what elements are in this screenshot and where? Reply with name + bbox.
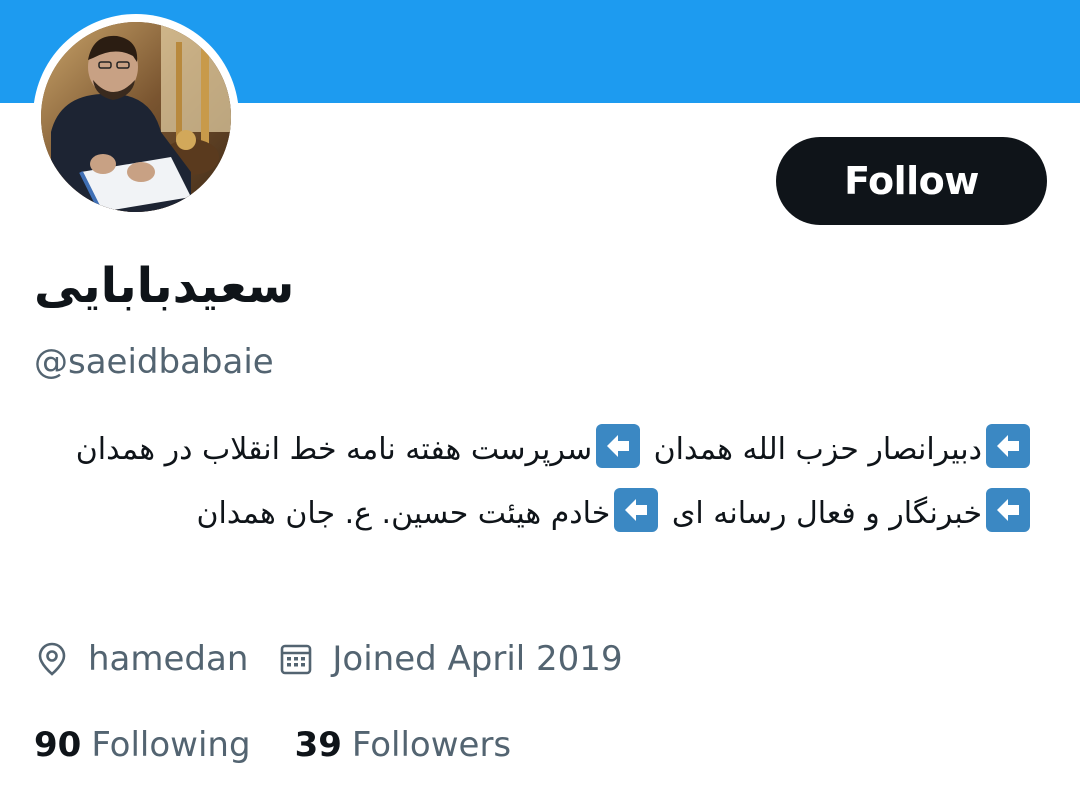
location-text: hamedan bbox=[88, 639, 249, 679]
joined-item: Joined April 2019 bbox=[278, 639, 623, 679]
location-pin-icon bbox=[38, 642, 66, 676]
left-arrow-icon bbox=[986, 424, 1030, 468]
followers-count: 39 bbox=[294, 725, 342, 765]
avatar-frame bbox=[33, 14, 239, 220]
profile-meta: hamedan Joined April 2019 bbox=[34, 632, 623, 686]
bio-segment: دبیرانصار حزب الله همدان bbox=[653, 432, 982, 467]
bio-segment: خادم هیئت حسین. ع. جان همدان bbox=[196, 496, 611, 531]
location-item: hamedan bbox=[34, 639, 248, 679]
left-arrow-icon bbox=[986, 488, 1030, 532]
left-arrow-icon bbox=[614, 488, 659, 532]
display-name: سعیدبابایی bbox=[34, 258, 295, 314]
followers-link[interactable]: 39 Followers bbox=[295, 725, 512, 765]
followers-label: Followers bbox=[351, 725, 512, 765]
bio-segment: خبرنگار و فعال رسانه ای bbox=[671, 496, 982, 531]
avatar-image bbox=[41, 22, 231, 212]
profile-stats: 90 Following 39 Followers bbox=[34, 718, 511, 772]
following-count: 90 bbox=[34, 725, 82, 765]
follow-button[interactable]: Follow bbox=[776, 137, 1047, 225]
left-arrow-icon bbox=[596, 424, 641, 468]
following-link[interactable]: 90 Following bbox=[34, 725, 251, 765]
following-label: Following bbox=[91, 725, 251, 765]
joined-text: Joined April 2019 bbox=[332, 639, 623, 679]
profile-handle: @saeidbabaie bbox=[34, 342, 274, 382]
bio-segment: سرپرست هفته نامه خط انقلاب در همدان bbox=[75, 432, 593, 467]
avatar[interactable] bbox=[41, 22, 231, 212]
profile-bio: دبیرانصار حزب الله همدان سرپرست هفته نام… bbox=[34, 418, 1034, 546]
calendar-icon bbox=[281, 644, 312, 675]
